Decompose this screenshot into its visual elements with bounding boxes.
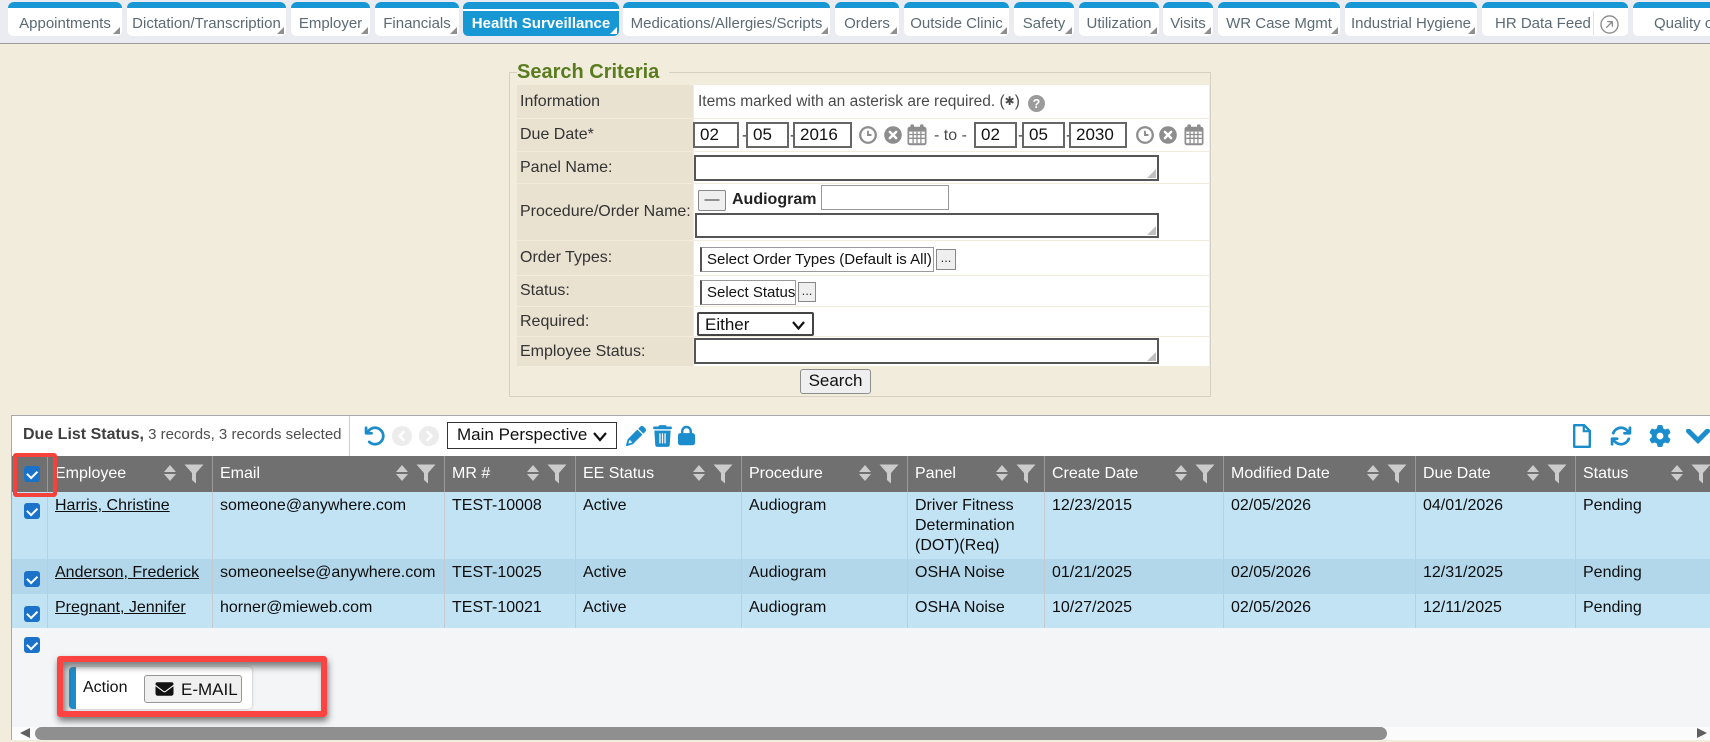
svg-text:?: ?	[1033, 97, 1041, 111]
